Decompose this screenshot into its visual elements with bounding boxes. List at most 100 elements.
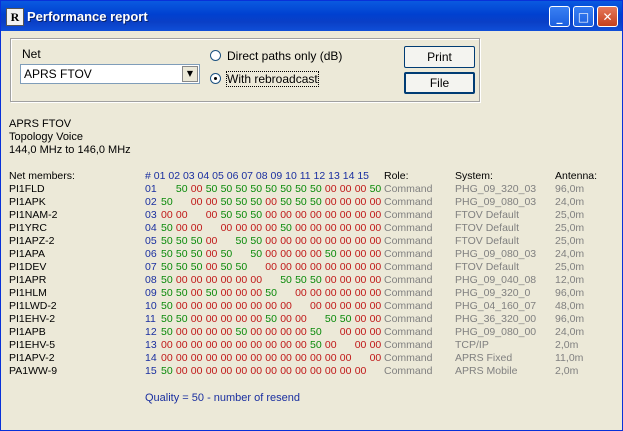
member-system: PHG_09_080_03 [455, 196, 537, 208]
app-icon[interactable]: R [6, 8, 24, 26]
quality-cell: 00 [295, 209, 307, 221]
quality-cell: 00 [339, 183, 352, 195]
quality-cell: 00 [175, 326, 188, 338]
member-antenna: 2,0m [555, 339, 579, 351]
quality-cell: 00 [295, 248, 307, 260]
quality-cell: 50 [250, 209, 263, 221]
quality-cell: 00 [175, 365, 188, 377]
table-row: PI1HLM 09 50 50 00 50 00 00 00 50 00 00 00 00 00 00 Comm… [4, 287, 619, 300]
quality-cell: 00 [265, 248, 277, 260]
member-role: Command [384, 261, 433, 273]
member-role: Command [384, 313, 433, 325]
quality-cell: 00 [354, 326, 367, 338]
quality-cell: 50 [161, 248, 173, 260]
quality-cell: 00 [175, 339, 188, 351]
member-system: PHG_36_320_00 [455, 313, 537, 325]
quality-cell: 00 [190, 365, 203, 377]
print-button[interactable]: Print [404, 46, 475, 68]
member-system: PHG_09_080_00 [455, 326, 537, 338]
member-antenna: 25,0m [555, 261, 585, 273]
member-name: PI1YRC [9, 222, 47, 234]
info-frequency: 144,0 MHz to 146,0 MHz [9, 144, 131, 156]
quality-cell: 00 [324, 287, 337, 299]
quality-cell: 00 [205, 209, 218, 221]
quality-cell: 00 [324, 196, 337, 208]
member-antenna: 25,0m [555, 235, 585, 247]
member-role: Command [384, 274, 433, 286]
quality-cell: 00 [354, 339, 367, 351]
member-antenna: 24,0m [555, 196, 585, 208]
quality-cell: 00 [175, 274, 188, 286]
quality-cell: 00 [295, 235, 307, 247]
quality-cell: 00 [324, 209, 337, 221]
quality-cell: 50 [235, 209, 248, 221]
member-name: PI1HLM [9, 287, 47, 299]
quality-cell: 00 [324, 235, 337, 247]
member-antenna: 25,0m [555, 209, 585, 221]
quality-cell: 50 [175, 235, 188, 247]
quality-cell: 00 [205, 365, 218, 377]
table-row: PI1APV-2 14 00 00 00 00 00 00 00 00 00 00 00 00 00 00 Co… [4, 352, 619, 365]
table-row: PI1APA 06 50 50 50 00 50 50 00 00 00 00 50 00 00 00 Comm… [4, 248, 619, 261]
quality-cell: 00 [220, 339, 233, 351]
minimize-button[interactable]: _ [549, 6, 570, 27]
quality-cell: 50 [235, 183, 248, 195]
maximize-button[interactable]: □ [573, 6, 594, 27]
quality-cell: 00 [369, 287, 382, 299]
net-select[interactable]: APRS FTOV ▼ [20, 64, 200, 84]
member-name: PI1APV-2 [9, 352, 55, 364]
quality-cell: 50 [161, 261, 173, 273]
quality-cell: 00 [354, 183, 367, 195]
quality-cell: 00 [324, 352, 337, 364]
close-button[interactable]: ✕ [597, 6, 618, 27]
quality-cell: 00 [190, 287, 203, 299]
quality-cell: 00 [205, 248, 218, 260]
quality-cell: 00 [354, 209, 367, 221]
member-system: PHG_09_320_0 [455, 287, 531, 299]
file-button[interactable]: File [404, 72, 475, 94]
member-system: PHG_04_160_07 [455, 300, 537, 312]
quality-cell: 00 [369, 248, 382, 260]
chevron-down-icon[interactable]: ▼ [182, 66, 198, 82]
quality-cell: 00 [369, 352, 382, 364]
quality-cell: 00 [339, 261, 352, 273]
table-row: PI1EHV-5 13 00 00 00 00 00 00 00 00 00 00 50 00 00 00 Co… [4, 339, 619, 352]
quality-cell: 00 [369, 339, 382, 351]
quality-cell: 00 [339, 209, 352, 221]
member-number: 15 [145, 365, 157, 377]
quality-cell: 00 [295, 313, 307, 325]
quality-cell: 50 [310, 183, 322, 195]
quality-cell: 50 [250, 196, 263, 208]
quality-cell: 00 [175, 209, 188, 221]
member-system: TCP/IP [455, 339, 489, 351]
quality-cell: 00 [220, 274, 233, 286]
member-name: PI1DEV [9, 261, 47, 273]
title-bar[interactable]: R Performance report _ □ ✕ [1, 1, 622, 31]
quality-cell: 50 [175, 183, 188, 195]
quality-cell: 50 [220, 209, 233, 221]
member-role: Command [384, 365, 433, 377]
quality-cell: 00 [295, 261, 307, 273]
quality-cell: 00 [250, 300, 263, 312]
quality-cell: 00 [220, 326, 233, 338]
member-system: PHG_09_320_03 [455, 183, 537, 195]
quality-cell: 00 [339, 196, 352, 208]
quality-cell: 00 [295, 365, 307, 377]
quality-cell: 00 [235, 365, 248, 377]
member-name: PI1APK [9, 196, 46, 208]
member-name: PI1APZ-2 [9, 235, 55, 247]
member-name: PI1EHV-5 [9, 339, 56, 351]
quality-cell: 00 [339, 300, 352, 312]
quality-cell: 00 [190, 222, 203, 234]
quality-cell: 50 [235, 196, 248, 208]
member-name: PI1APB [9, 326, 46, 338]
member-name: PI1LWD-2 [9, 300, 57, 312]
quality-cell: 00 [220, 287, 233, 299]
quality-cell: 50 [205, 287, 218, 299]
net-label: Net [22, 47, 41, 61]
radio-direct-indicator[interactable] [210, 50, 221, 61]
member-antenna: 96,0m [555, 183, 585, 195]
radio-rebroadcast-indicator[interactable] [210, 73, 221, 84]
quality-cell: 00 [265, 261, 277, 273]
member-antenna: 11,0m [555, 352, 584, 364]
